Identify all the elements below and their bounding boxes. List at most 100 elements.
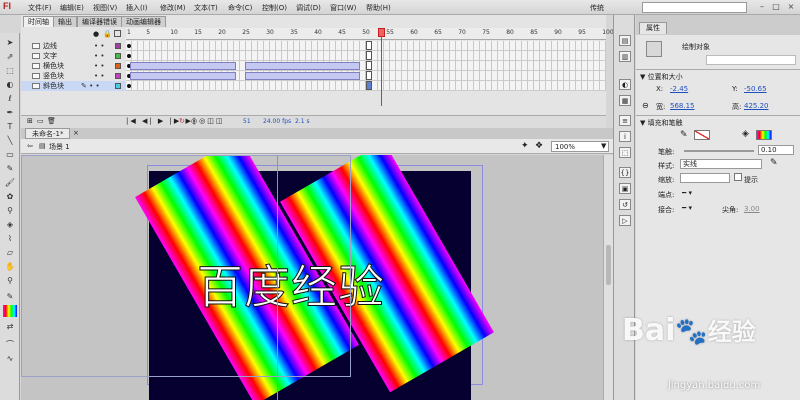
- fill-color-icon[interactable]: [3, 305, 17, 317]
- end-frame[interactable]: [366, 81, 372, 90]
- layer-name[interactable]: 边线: [43, 41, 57, 51]
- menu-debug[interactable]: 调试(D): [296, 3, 321, 13]
- cap-select[interactable]: ━ ▾: [682, 189, 692, 197]
- menu-modify[interactable]: 修改(M): [160, 3, 186, 13]
- stroke-color-swatch[interactable]: [694, 130, 710, 140]
- close-icon[interactable]: ×: [785, 2, 797, 13]
- selection-tool-icon[interactable]: ➤: [3, 37, 17, 49]
- layer-color-swatch[interactable]: [115, 73, 121, 79]
- layer-frames[interactable]: [126, 51, 606, 61]
- edit-symbol-icon[interactable]: ❖: [535, 141, 543, 151]
- layer-visibility-lock[interactable]: • •: [94, 51, 104, 61]
- line-tool-icon[interactable]: ╲: [3, 135, 17, 147]
- document-tab[interactable]: 未命名-1*: [25, 128, 71, 139]
- style-select[interactable]: 实线: [680, 159, 762, 169]
- outline-icon[interactable]: [114, 30, 121, 37]
- search-input[interactable]: [642, 2, 747, 13]
- playback-controls[interactable]: |◀ ◀| ▶ |▶ ▶|: [126, 117, 197, 125]
- swap-colors-icon[interactable]: ⇄: [3, 321, 17, 333]
- menu-file[interactable]: 文件(F): [28, 3, 52, 13]
- fill-color-swatch[interactable]: [756, 130, 772, 140]
- layer-row[interactable]: 竖色块 • •: [21, 71, 606, 81]
- layer-visibility-lock[interactable]: ✎ • •: [81, 81, 100, 91]
- layer-name[interactable]: 斜色块: [43, 81, 64, 91]
- tab-motion-editor[interactable]: 动画编辑器: [121, 16, 166, 27]
- end-frame[interactable]: [366, 71, 372, 80]
- layer-frames[interactable]: [126, 81, 606, 91]
- layer-row[interactable]: 文字 • •: [21, 51, 606, 61]
- menu-control[interactable]: 控制(O): [262, 3, 287, 13]
- rotate-3d-tool-icon[interactable]: ◐: [3, 79, 17, 91]
- motion-tween[interactable]: [245, 62, 361, 70]
- miter-value[interactable]: 3.00: [744, 205, 760, 213]
- color-icon[interactable]: ◐: [619, 79, 631, 90]
- menu-window[interactable]: 窗口(W): [330, 3, 356, 13]
- stroke-color-icon[interactable]: ✎: [3, 291, 17, 303]
- menu-commands[interactable]: 命令(C): [228, 3, 252, 13]
- back-arrow-icon[interactable]: ⇦: [27, 142, 33, 150]
- bone-tool-icon[interactable]: ⚲: [3, 205, 17, 217]
- info-icon[interactable]: i: [619, 131, 631, 142]
- edit-scene-icon[interactable]: ✦: [521, 141, 529, 151]
- pencil-tool-icon[interactable]: ✎: [3, 163, 17, 175]
- align-icon[interactable]: ≡: [619, 115, 631, 126]
- menu-insert[interactable]: 插入(I): [126, 3, 148, 13]
- minimize-icon[interactable]: –: [756, 2, 768, 13]
- end-frame[interactable]: [366, 41, 372, 50]
- transform-icon[interactable]: ⬚: [619, 147, 631, 158]
- properties-icon[interactable]: ▤: [619, 35, 631, 46]
- transform-tool-icon[interactable]: ⬚: [3, 65, 17, 77]
- paint-bucket-icon[interactable]: ◈: [3, 219, 17, 231]
- eraser-icon[interactable]: ▱: [3, 247, 17, 259]
- doc-close-icon[interactable]: ×: [73, 129, 79, 137]
- layer-color-swatch[interactable]: [115, 53, 121, 59]
- menu-help[interactable]: 帮助(H): [366, 3, 391, 13]
- scale-select[interactable]: [680, 173, 730, 183]
- playhead[interactable]: [378, 28, 385, 106]
- menu-text[interactable]: 文本(T): [194, 3, 218, 13]
- instance-name-input[interactable]: [706, 55, 796, 65]
- swatches-icon[interactable]: ▦: [619, 95, 631, 106]
- layer-color-swatch[interactable]: [115, 63, 121, 69]
- layer-row[interactable]: 斜色块 ✎ • •: [21, 81, 606, 91]
- brush-tool-icon[interactable]: 🖌: [3, 177, 17, 189]
- new-layer-icon[interactable]: ⊞: [27, 117, 33, 125]
- workspace-preset[interactable]: 传统: [590, 3, 604, 13]
- tab-timeline[interactable]: 时间轴: [23, 16, 54, 27]
- layer-row[interactable]: 横色块 • •: [21, 61, 606, 71]
- history-icon[interactable]: ↺: [619, 199, 631, 210]
- zoom-tool-icon[interactable]: ⚲: [3, 275, 17, 287]
- scene-label[interactable]: 场景 1: [49, 142, 70, 152]
- width-value[interactable]: 568.15: [670, 102, 695, 110]
- current-frame[interactable]: 51: [243, 118, 251, 125]
- rectangle-tool-icon[interactable]: ▭: [3, 149, 17, 161]
- lasso-tool-icon[interactable]: ℓ: [3, 93, 17, 105]
- layer-name[interactable]: 横色块: [43, 61, 64, 71]
- tab-output[interactable]: 输出: [53, 16, 77, 27]
- frame-ruler[interactable]: 1 5 10 15 20 25 30 35 40 45 50 55 60 65 70 75 80 85 90 95 10…: [126, 28, 614, 40]
- motion-tween[interactable]: [245, 72, 361, 80]
- layer-visibility-lock[interactable]: • •: [94, 61, 104, 71]
- layer-row[interactable]: 边线 • •: [21, 41, 606, 51]
- canvas-area[interactable]: 百度经验: [21, 155, 603, 400]
- code-icon[interactable]: {}: [619, 167, 631, 178]
- hand-tool-icon[interactable]: ✋: [3, 261, 17, 273]
- motion-tween[interactable]: [130, 72, 236, 80]
- hint-checkbox[interactable]: [734, 173, 742, 181]
- chevron-down-icon[interactable]: ▼: [601, 142, 606, 150]
- library-icon[interactable]: ▥: [619, 51, 631, 62]
- end-frame[interactable]: [366, 61, 372, 70]
- height-value[interactable]: 425.20: [744, 102, 769, 110]
- layer-visibility-lock[interactable]: • •: [94, 71, 104, 81]
- menu-view[interactable]: 视图(V): [93, 3, 117, 13]
- scroll-thumb[interactable]: [606, 245, 611, 285]
- frame-rate[interactable]: 24.00 fps: [263, 118, 291, 125]
- layer-frames[interactable]: [126, 61, 606, 71]
- pen-tool-icon[interactable]: ✒: [3, 107, 17, 119]
- components-icon[interactable]: ▣: [619, 183, 631, 194]
- link-icon[interactable]: ⊖: [642, 101, 649, 110]
- x-value[interactable]: -2.45: [670, 85, 688, 93]
- layer-color-swatch[interactable]: [115, 83, 121, 89]
- deco-tool-icon[interactable]: ✿: [3, 191, 17, 203]
- subselect-tool-icon[interactable]: ⇗: [3, 51, 17, 63]
